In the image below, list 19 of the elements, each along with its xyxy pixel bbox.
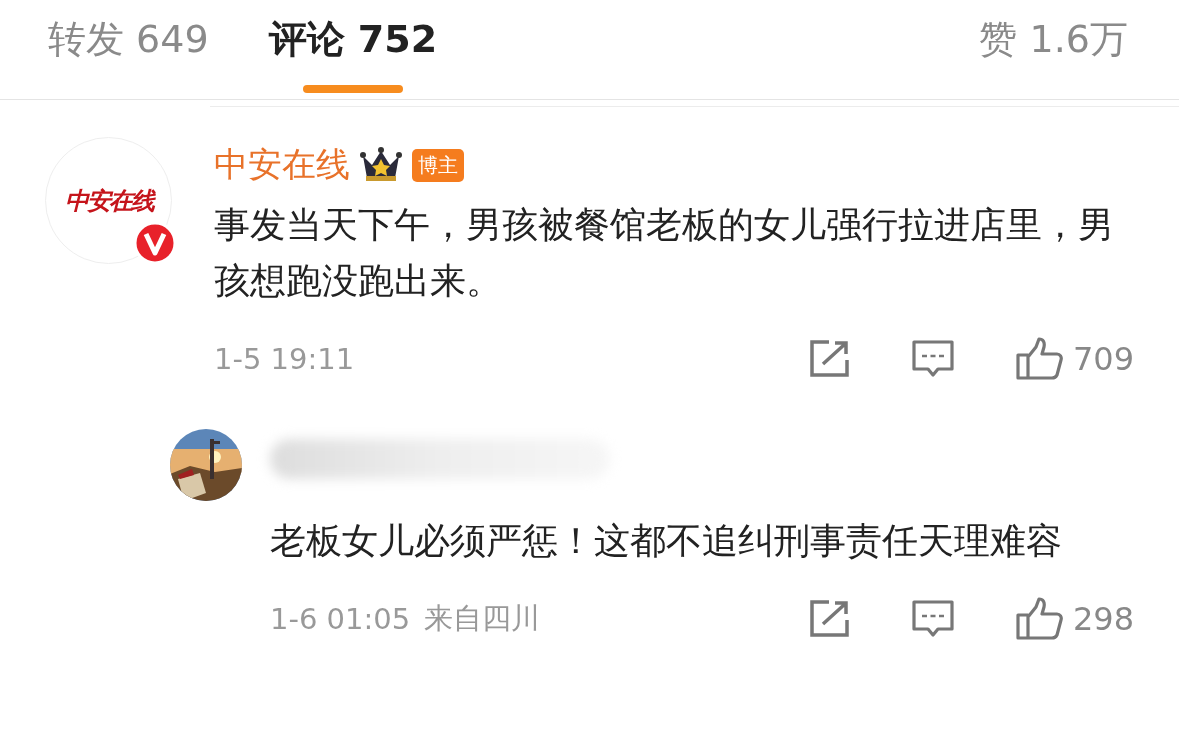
timestamp: 1-6 01:05 — [270, 602, 411, 636]
location: 来自四川 — [424, 600, 541, 637]
tab[interactable]: 转发 649 — [42, 0, 215, 94]
blogger-badge: 博主 — [412, 148, 464, 182]
thumbs-up-icon[interactable] — [1014, 597, 1063, 641]
crown-icon — [360, 146, 402, 184]
username[interactable]: 中安在线 — [214, 142, 350, 188]
share-icon[interactable] — [808, 600, 851, 638]
comment-icon[interactable] — [910, 339, 955, 379]
comment-text: 事发当天下午，男孩被餐馆老板的女儿强行拉进店里，男孩想跑没跑出来。 — [214, 203, 1115, 303]
tab[interactable]: 评论 752 — [262, 0, 444, 94]
like-count: 298 — [1072, 600, 1134, 638]
reply-text: 老板女儿必须严惩！这都不追纠刑事责任天理难容 — [270, 519, 1063, 563]
like-count: 709 — [1072, 340, 1134, 378]
tab[interactable]: 赞 1.6万 — [973, 0, 1134, 94]
thumbs-up-icon[interactable] — [1014, 337, 1063, 381]
timestamp: 1-5 19:11 — [214, 342, 355, 376]
share-icon[interactable] — [808, 340, 851, 378]
comment-icon[interactable] — [910, 599, 955, 639]
